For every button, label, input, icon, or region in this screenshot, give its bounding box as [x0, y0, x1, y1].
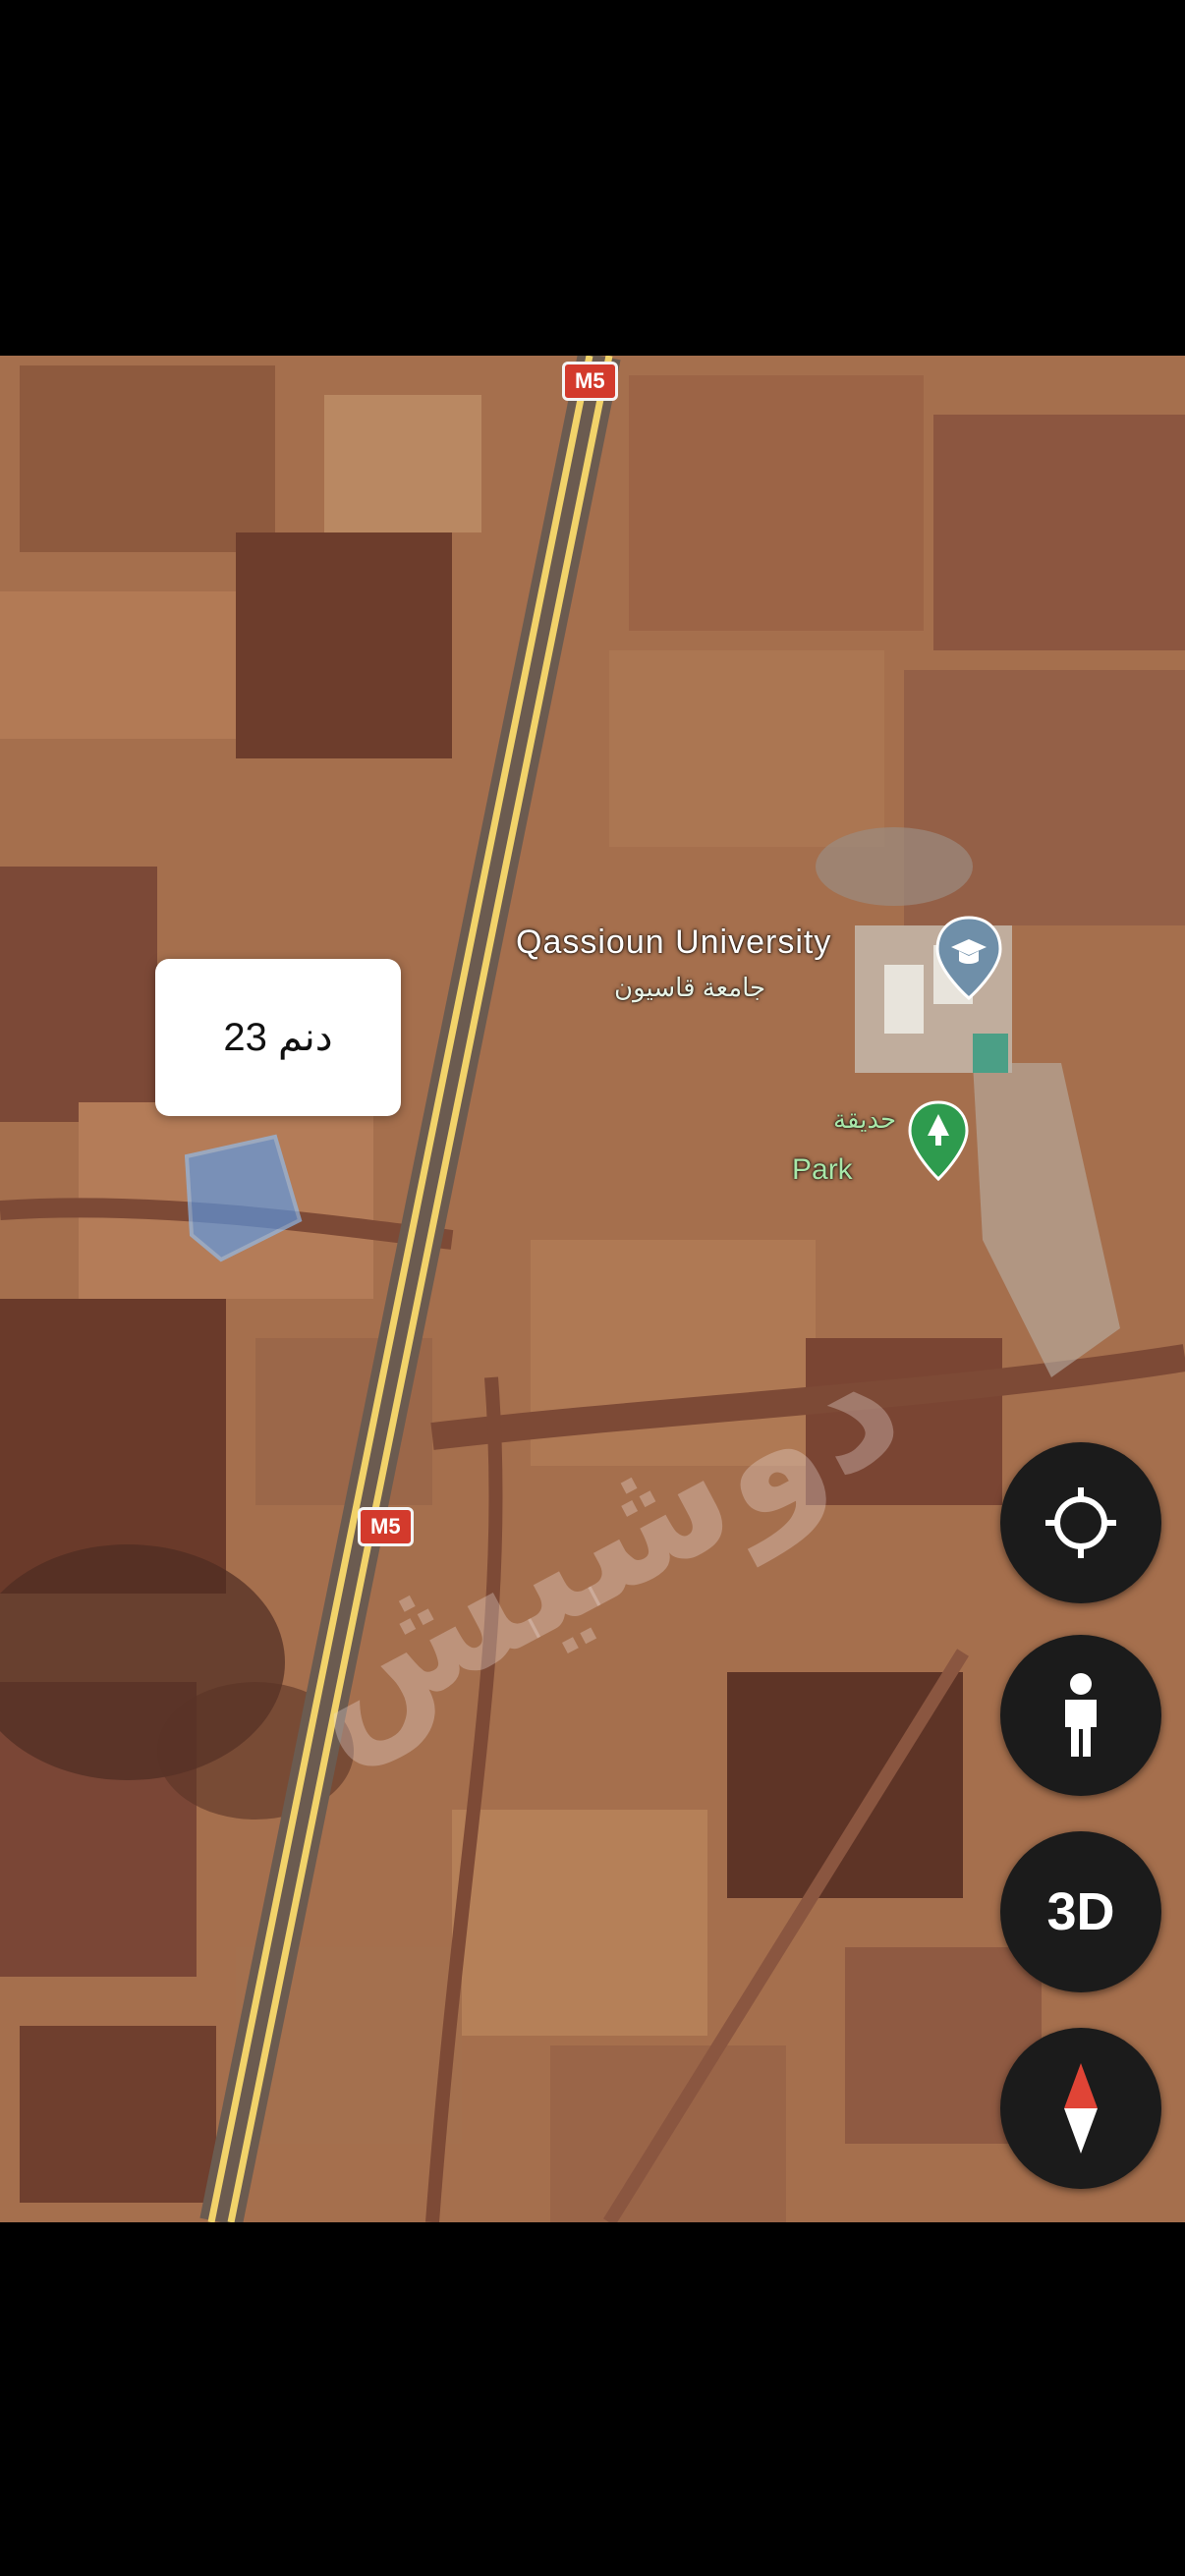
campus-pool	[973, 1034, 1008, 1073]
field-patch	[0, 591, 236, 739]
compass-icon	[1064, 2063, 1098, 2154]
pegman-icon	[1065, 1673, 1097, 1757]
street-view-button[interactable]	[1000, 1635, 1161, 1796]
satellite-map[interactable]: M5 M5 23 دنم Qassioun University جامعة ق…	[0, 356, 1185, 2222]
graduation-cap-icon	[935, 916, 1002, 1000]
my-location-button[interactable]	[1000, 1442, 1161, 1603]
campus-building	[884, 965, 924, 1034]
field-patch	[236, 532, 452, 758]
my-location-icon	[1045, 1487, 1116, 1558]
top-black-bar	[0, 0, 1185, 356]
park-pin[interactable]	[906, 1098, 971, 1188]
3d-label: 3D	[1046, 1882, 1115, 1941]
parcel-area-label[interactable]: 23 دنم	[155, 959, 401, 1116]
field-patch	[452, 1810, 707, 2036]
tree-pin-icon	[908, 1100, 969, 1182]
route-shield-m5-top: M5	[562, 362, 618, 401]
campus-lot	[816, 827, 973, 906]
university-label-ar[interactable]: جامعة قاسيون	[614, 973, 765, 1003]
bottom-black-bar	[0, 2222, 1185, 2576]
field-patch	[933, 415, 1185, 650]
compass-button[interactable]	[1000, 2028, 1161, 2189]
field-patch	[609, 650, 884, 847]
field-patch	[20, 2026, 216, 2203]
field-patch	[20, 365, 275, 552]
field-patch	[629, 375, 924, 631]
field-patch	[0, 867, 157, 1122]
field-patch	[324, 395, 481, 532]
university-label[interactable]: Qassioun University	[516, 924, 831, 962]
university-pin[interactable]	[933, 914, 1004, 1007]
3d-view-button[interactable]: 3D	[1000, 1831, 1161, 1992]
park-label[interactable]: Park	[792, 1153, 853, 1187]
park-label-ar[interactable]: حديقة	[833, 1104, 896, 1135]
parcel-area-text: 23 دنم	[223, 1016, 333, 1059]
